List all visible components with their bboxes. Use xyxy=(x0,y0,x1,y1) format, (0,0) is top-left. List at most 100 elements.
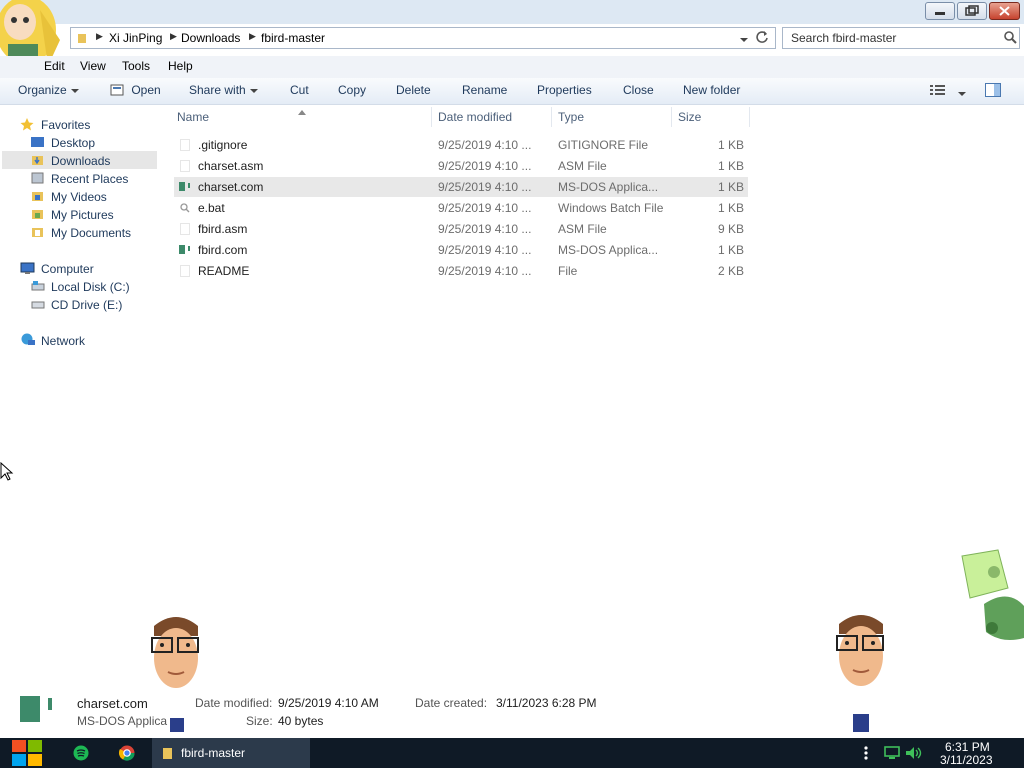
delete-button[interactable]: Delete xyxy=(396,83,431,97)
recent-places-icon xyxy=(31,172,45,187)
desktop-icon xyxy=(31,136,45,151)
close-button[interactable]: Close xyxy=(623,83,654,97)
nav-network[interactable]: Network xyxy=(41,334,85,348)
nav-my-documents[interactable]: My Documents xyxy=(51,226,131,240)
clock-time[interactable]: 6:31 PM xyxy=(945,740,990,754)
open-label: Open xyxy=(131,83,161,97)
computer-icon xyxy=(20,262,36,278)
spotify-icon[interactable] xyxy=(73,745,89,764)
menu-view[interactable]: View xyxy=(80,59,106,73)
file-row[interactable]: e.bat 9/25/2019 4:10 ... Windows Batch F… xyxy=(174,198,748,218)
folder-icon xyxy=(77,32,87,47)
breadcrumb-chevron-icon[interactable]: ▶ xyxy=(96,31,103,42)
column-divider[interactable] xyxy=(671,107,672,127)
tray-overflow-icon[interactable] xyxy=(863,745,869,764)
address-bar[interactable]: ▶ Xi JinPing ▶ Downloads ▶ fbird-master xyxy=(70,27,776,49)
close-window-button[interactable] xyxy=(989,2,1020,20)
start-button-windows-icon[interactable] xyxy=(10,738,44,771)
details-date-modified: 9/25/2019 4:10 AM xyxy=(278,696,379,710)
breadcrumb-current[interactable]: fbird-master xyxy=(261,31,325,45)
column-date-modified[interactable]: Date modified xyxy=(438,110,512,124)
menu-help[interactable]: Help xyxy=(168,59,193,73)
file-icon xyxy=(180,160,190,175)
file-row[interactable]: .gitignore 9/25/2019 4:10 ... GITIGNORE … xyxy=(174,135,748,155)
breadcrumb-user[interactable]: Xi JinPing xyxy=(109,31,162,45)
file-row[interactable]: README 9/25/2019 4:10 ... File 2 KB xyxy=(174,261,748,281)
pictures-folder-icon xyxy=(31,208,45,223)
view-dropdown-icon[interactable] xyxy=(954,86,966,100)
network-status-icon[interactable] xyxy=(883,746,901,763)
file-name: fbird.asm xyxy=(198,222,248,236)
chevron-down-icon xyxy=(70,88,79,93)
minimize-button[interactable] xyxy=(925,2,955,20)
column-type[interactable]: Type xyxy=(558,110,584,124)
file-row[interactable]: fbird.com 9/25/2019 4:10 ... MS-DOS Appl… xyxy=(174,240,748,260)
file-date: 9/25/2019 4:10 ... xyxy=(438,201,532,215)
column-size[interactable]: Size xyxy=(678,110,701,124)
nav-local-disk[interactable]: Local Disk (C:) xyxy=(51,280,130,294)
nav-computer[interactable]: Computer xyxy=(41,262,94,276)
search-icon[interactable] xyxy=(1003,30,1017,47)
breadcrumb-chevron-icon[interactable]: ▶ xyxy=(170,31,177,42)
copy-button[interactable]: Copy xyxy=(338,83,366,97)
network-icon xyxy=(20,333,36,349)
address-dropdown-icon[interactable] xyxy=(736,32,748,46)
chevron-down-icon xyxy=(249,88,258,93)
file-icon xyxy=(180,139,190,154)
column-divider[interactable] xyxy=(551,107,552,127)
restore-button[interactable] xyxy=(957,2,987,20)
breadcrumb-downloads[interactable]: Downloads xyxy=(181,31,240,45)
cut-button[interactable]: Cut xyxy=(290,83,309,97)
file-row[interactable]: charset.asm 9/25/2019 4:10 ... ASM File … xyxy=(174,156,748,176)
selected-file-icon xyxy=(18,692,62,731)
chrome-icon[interactable] xyxy=(118,745,135,764)
search-input[interactable]: Search fbird-master xyxy=(791,31,896,45)
refresh-icon[interactable] xyxy=(755,30,769,47)
share-with-button[interactable]: Share with xyxy=(189,83,258,97)
column-divider[interactable] xyxy=(749,107,750,127)
nav-downloads[interactable]: Downloads xyxy=(51,154,110,168)
column-name[interactable]: Name xyxy=(177,110,209,124)
file-size: 2 KB xyxy=(717,264,744,278)
menu-tools[interactable]: Tools xyxy=(122,59,150,73)
preview-pane-icon[interactable] xyxy=(985,83,1001,100)
open-button[interactable]: Open xyxy=(110,83,161,97)
file-row[interactable]: fbird.asm 9/25/2019 4:10 ... ASM File 9 … xyxy=(174,219,748,239)
nav-recent-places[interactable]: Recent Places xyxy=(51,172,128,186)
rename-button[interactable]: Rename xyxy=(462,83,507,97)
clock-date[interactable]: 3/11/2023 xyxy=(940,753,993,767)
menu-edit[interactable]: Edit xyxy=(44,59,65,73)
nav-my-videos[interactable]: My Videos xyxy=(51,190,107,204)
view-options-icon[interactable] xyxy=(930,84,946,99)
menu-bar xyxy=(0,56,1024,78)
nav-favorites[interactable]: Favorites xyxy=(41,118,90,132)
search-box[interactable]: Search fbird-master xyxy=(782,27,1020,49)
file-date: 9/25/2019 4:10 ... xyxy=(438,159,532,173)
open-icon xyxy=(110,84,124,96)
taskbar-window-label: fbird-master xyxy=(181,746,246,760)
column-divider[interactable] xyxy=(431,107,432,127)
nav-my-pictures[interactable]: My Pictures xyxy=(51,208,114,222)
details-date-created-label: Date created: xyxy=(415,696,488,710)
new-folder-button[interactable]: New folder xyxy=(683,83,740,97)
cd-drive-icon xyxy=(31,298,45,313)
organize-button[interactable]: Organize xyxy=(18,83,79,97)
nav-desktop[interactable]: Desktop xyxy=(51,136,95,150)
file-date: 9/25/2019 4:10 ... xyxy=(438,243,532,257)
downloads-folder-icon xyxy=(31,154,45,169)
star-icon xyxy=(20,117,34,134)
application-icon xyxy=(179,181,193,196)
file-size: 1 KB xyxy=(717,180,744,194)
breadcrumb-chevron-icon[interactable]: ▶ xyxy=(249,31,256,42)
file-name: charset.asm xyxy=(198,159,264,173)
taskbar-window-explorer[interactable]: fbird-master xyxy=(152,738,310,768)
nav-cd-drive[interactable]: CD Drive (E:) xyxy=(51,298,122,312)
details-date-modified-label: Date modified: xyxy=(195,696,273,710)
file-name: charset.com xyxy=(198,180,264,194)
details-size-label: Size: xyxy=(246,714,273,728)
file-size: 9 KB xyxy=(717,222,744,236)
volume-icon[interactable] xyxy=(905,746,923,763)
file-row-selected[interactable]: charset.com 9/25/2019 4:10 ... MS-DOS Ap… xyxy=(174,177,748,197)
file-name: README xyxy=(198,264,250,278)
properties-button[interactable]: Properties xyxy=(537,83,592,97)
